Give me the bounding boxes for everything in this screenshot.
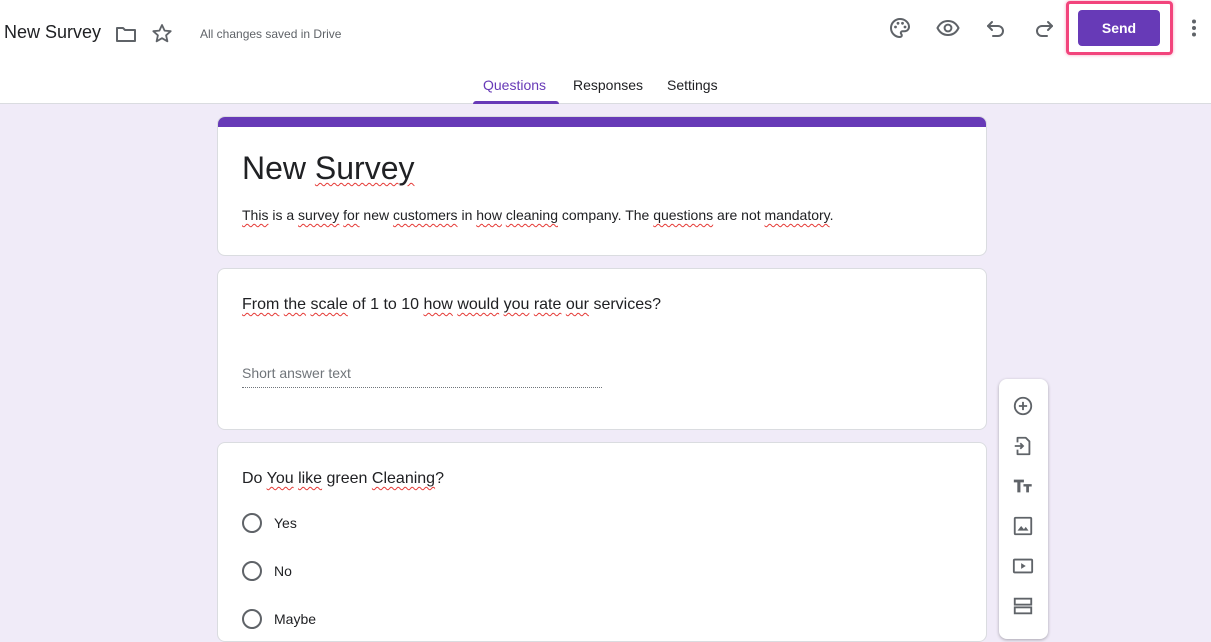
option-label: Maybe (274, 611, 317, 627)
question-side-toolbar (999, 379, 1048, 639)
radio-button[interactable] (242, 513, 262, 533)
redo-icon[interactable] (1032, 16, 1056, 40)
short-answer-field: Short answer text (242, 365, 602, 388)
question-text[interactable]: Do You like green Cleaning? (242, 470, 444, 488)
radio-button[interactable] (242, 609, 262, 629)
add-image-icon[interactable] (1011, 514, 1035, 538)
more-vert-icon[interactable] (1182, 16, 1206, 40)
card-accent-bar (218, 117, 986, 127)
import-questions-icon[interactable] (1011, 434, 1035, 458)
question-card-1[interactable]: From the scale of 1 to 10 how would you … (217, 268, 987, 430)
palette-icon[interactable] (888, 16, 912, 40)
question-card-2[interactable]: Do You like green Cleaning? Yes No Maybe (217, 442, 987, 642)
form-description[interactable]: This is a survey for new customers in ho… (242, 207, 834, 223)
form-title[interactable]: New Survey (242, 150, 415, 187)
star-icon[interactable] (150, 22, 174, 46)
save-status: All changes saved in Drive (200, 27, 342, 41)
add-title-icon[interactable] (1011, 474, 1035, 498)
add-section-icon[interactable] (1011, 594, 1035, 618)
option-label: No (274, 563, 292, 579)
tab-questions[interactable]: Questions (483, 77, 546, 93)
folder-icon[interactable] (114, 22, 138, 46)
radio-button[interactable] (242, 561, 262, 581)
choice-option[interactable]: No (242, 560, 292, 582)
doc-title[interactable]: New Survey (4, 22, 101, 43)
form-title-card[interactable]: New Survey This is a survey for new cust… (217, 116, 987, 256)
question-text[interactable]: From the scale of 1 to 10 how would you … (242, 296, 661, 314)
tab-responses[interactable]: Responses (573, 77, 643, 93)
option-label: Yes (274, 515, 297, 531)
tab-settings[interactable]: Settings (667, 77, 718, 93)
undo-icon[interactable] (984, 16, 1008, 40)
send-button[interactable]: Send (1078, 10, 1160, 46)
choice-option[interactable]: Maybe (242, 608, 316, 630)
active-tab-indicator (473, 101, 559, 104)
tab-bar: Questions Responses Settings (0, 66, 1211, 104)
choice-option[interactable]: Yes (242, 512, 297, 534)
add-video-icon[interactable] (1011, 554, 1035, 578)
app-header: New Survey All changes saved in Drive Se… (0, 0, 1211, 104)
add-question-icon[interactable] (1011, 394, 1035, 418)
preview-eye-icon[interactable] (936, 16, 960, 40)
